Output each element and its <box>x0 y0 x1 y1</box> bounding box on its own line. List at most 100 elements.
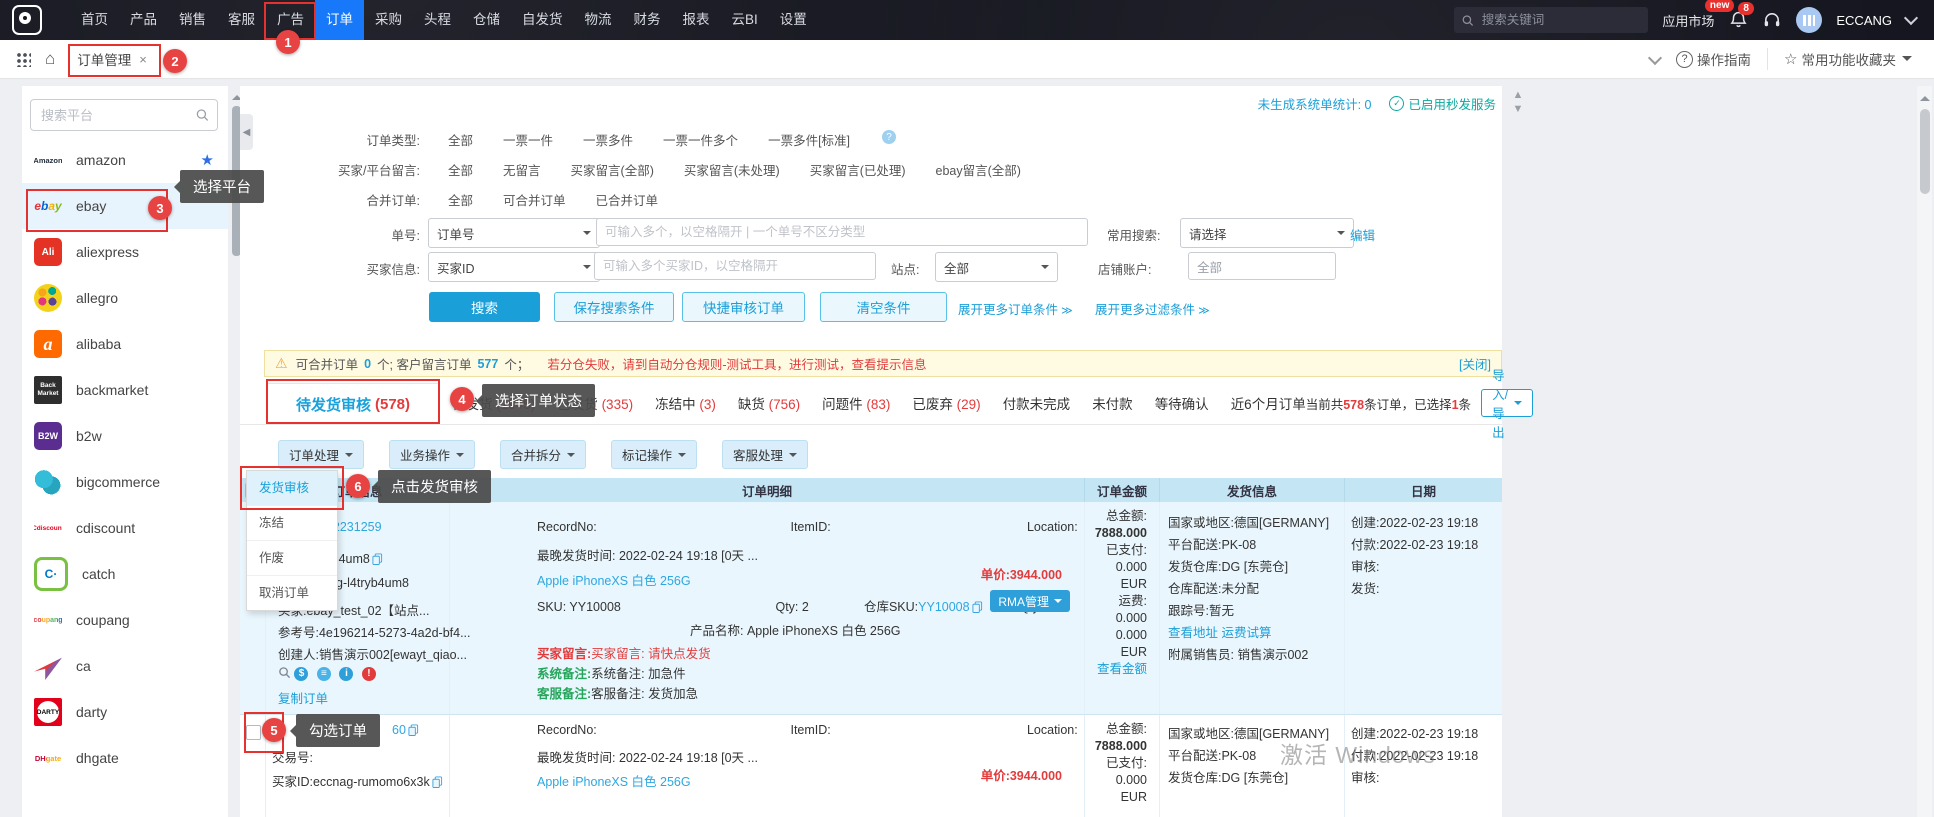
view-amount-link[interactable]: 查看金额 <box>1085 661 1147 678</box>
tab-awaiting-confirm[interactable]: 等待确认 <box>1155 393 1209 413</box>
filter-option[interactable]: 全部 <box>448 130 473 149</box>
filter-option[interactable]: 买家留言(全部) <box>571 160 654 179</box>
filter-option[interactable]: 一票多件[标准] <box>768 130 850 149</box>
filter-option[interactable]: 全部 <box>448 160 473 179</box>
nav-item-first-leg[interactable]: 头程 <box>413 0 462 40</box>
nav-item-product[interactable]: 产品 <box>119 0 168 40</box>
nav-item-home[interactable]: 首页 <box>70 0 119 40</box>
favorites-menu[interactable]: ☆ 常用功能收藏夹 <box>1784 49 1912 69</box>
alert-icon[interactable]: ! <box>362 667 376 681</box>
sidebar-item-b2w[interactable]: b2w <box>22 413 228 459</box>
rma-manage-button[interactable]: RMA管理 <box>990 590 1070 612</box>
sidebar-item-aliexpress[interactable]: aliexpress <box>22 229 228 275</box>
row-checkbox[interactable] <box>246 725 261 740</box>
clear-conditions-button[interactable]: 清空条件 <box>820 292 947 322</box>
apps-grid-icon[interactable] <box>16 52 31 67</box>
sidebar-item-allegro[interactable]: allegro <box>22 275 228 321</box>
tab-order-management[interactable]: 订单管理 × <box>71 44 153 74</box>
menu-item-void[interactable]: 作废 <box>247 541 337 576</box>
filter-option[interactable]: 已合并订单 <box>596 190 659 209</box>
split-warehouse-warning[interactable]: 若分仓失败，请到自动分仓规则-测试工具，进行测试，查看提示信息 <box>547 354 926 373</box>
notifications-button[interactable]: 8 <box>1728 10 1748 30</box>
filter-option[interactable]: 无留言 <box>503 160 541 179</box>
order-no-input[interactable] <box>596 218 1088 246</box>
global-search[interactable] <box>1454 7 1648 33</box>
sidebar-item-catch[interactable]: catch <box>22 551 228 597</box>
sidebar-item-dhgate[interactable]: dhgate <box>22 735 228 781</box>
import-export-button[interactable]: 导入/导出 <box>1481 389 1533 417</box>
info-icon[interactable]: i <box>339 667 353 681</box>
filter-option[interactable]: 全部 <box>448 190 473 209</box>
mark-ops-dropdown[interactable]: 标记操作 <box>611 440 697 469</box>
nav-item-self-delivery[interactable]: 自发货 <box>511 0 574 40</box>
sidebar-item-alibaba[interactable]: alibaba <box>22 321 228 367</box>
copy-icon[interactable] <box>408 724 419 736</box>
tab-problem[interactable]: 问题件 (83) <box>822 393 890 413</box>
close-alert-link[interactable]: [关闭] <box>1459 354 1491 373</box>
tab-discarded[interactable]: 已废弃 (29) <box>912 393 980 413</box>
menu-item-cancel-order[interactable]: 取消订单 <box>247 576 337 610</box>
global-search-input[interactable] <box>1480 12 1641 28</box>
filter-option[interactable]: 买家留言(已处理) <box>810 160 906 179</box>
product-link[interactable]: Apple iPhoneXS 白色 256G <box>537 771 691 790</box>
nav-item-finance[interactable]: 财务 <box>623 0 672 40</box>
nav-item-settings[interactable]: 设置 <box>769 0 818 40</box>
operation-guide-link[interactable]: ? 操作指南 <box>1676 49 1751 69</box>
edit-quick-search-link[interactable]: 编辑 <box>1350 225 1375 244</box>
platform-search-input[interactable] <box>39 107 196 124</box>
cs-process-dropdown[interactable]: 客服处理 <box>722 440 808 469</box>
quick-search-select[interactable]: 请选择 <box>1180 218 1354 248</box>
user-menu-chevron-icon[interactable] <box>1904 11 1918 25</box>
copy-order-link[interactable]: 复制订单 <box>278 692 328 706</box>
nav-item-cloud-bi[interactable]: 云BI <box>721 0 769 40</box>
merge-split-dropdown[interactable]: 合并拆分 <box>500 440 586 469</box>
close-tab-icon[interactable]: × <box>139 52 147 67</box>
nav-item-purchase[interactable]: 采购 <box>364 0 413 40</box>
scrollbar-thumb[interactable] <box>1920 109 1930 194</box>
favorite-star-icon[interactable]: ★ <box>201 151 214 169</box>
platform-search[interactable] <box>30 99 218 131</box>
mergeable-count[interactable]: 0 <box>364 357 371 371</box>
tabs-expand-chevron-icon[interactable] <box>1648 50 1662 64</box>
sidebar-item-bigcommerce[interactable]: bigcommerce <box>22 459 228 505</box>
product-link[interactable]: Apple iPhoneXS 白色 256G <box>537 570 691 589</box>
filter-option[interactable]: 一票多件 <box>583 130 633 149</box>
order-no-type-select[interactable]: 订单号 <box>428 218 600 248</box>
freight-estimate-link[interactable]: 运费试算 <box>1222 626 1272 640</box>
order-no-link[interactable]: 60 <box>392 723 406 737</box>
view-address-link[interactable]: 查看地址 <box>1168 626 1218 640</box>
tab-payment-incomplete[interactable]: 付款未完成 <box>1003 393 1071 413</box>
warehouse-sku-link[interactable]: YY10008 <box>918 600 969 614</box>
help-icon[interactable]: ? <box>882 130 896 144</box>
home-icon[interactable]: ⌂ <box>45 49 55 69</box>
copy-icon[interactable] <box>432 776 443 788</box>
nav-item-warehouse[interactable]: 仓储 <box>462 0 511 40</box>
note-icon[interactable]: ≡ <box>317 667 331 681</box>
scroll-up-icon[interactable] <box>1920 91 1930 101</box>
view-detail-icon[interactable] <box>278 666 291 679</box>
fast-ship-service-badge[interactable]: ✓ 已启用秒发服务 <box>1389 94 1496 113</box>
panel-scroll-arrows[interactable]: ▲▼ <box>1510 88 1526 116</box>
shop-account-input[interactable] <box>1188 252 1336 280</box>
filter-option[interactable]: ebay留言(全部) <box>936 160 1021 179</box>
search-button[interactable]: 搜索 <box>429 292 540 322</box>
tab-last-6-months[interactable]: 近6个月订单 <box>1231 393 1306 413</box>
support-button[interactable] <box>1762 10 1782 30</box>
sidebar-item-cdiscount[interactable]: cdiscount <box>22 505 228 551</box>
app-market-link[interactable]: 应用市场 new <box>1662 11 1714 30</box>
more-filter-conditions-link[interactable]: 展开更多过滤条件 <box>1095 299 1210 318</box>
nav-item-orders[interactable]: 订单 <box>315 0 364 40</box>
tab-out-of-stock[interactable]: 缺货 (756) <box>738 393 800 413</box>
tab-pending-audit[interactable]: 待发货审核 (578) <box>267 383 439 424</box>
tab-unpaid[interactable]: 未付款 <box>1092 393 1133 413</box>
payment-icon[interactable]: $ <box>294 667 308 681</box>
filter-option[interactable]: 买家留言(未处理) <box>684 160 780 179</box>
buyer-type-select[interactable]: 买家ID <box>428 252 600 282</box>
site-select[interactable]: 全部 <box>935 252 1058 282</box>
order-process-dropdown[interactable]: 订单处理 <box>278 440 364 469</box>
copy-icon[interactable] <box>372 553 383 565</box>
save-search-button[interactable]: 保存搜索条件 <box>554 292 674 322</box>
buyer-id-input[interactable] <box>594 252 876 280</box>
page-scrollbar[interactable] <box>1917 86 1932 817</box>
nav-item-customer-service[interactable]: 客服 <box>217 0 266 40</box>
